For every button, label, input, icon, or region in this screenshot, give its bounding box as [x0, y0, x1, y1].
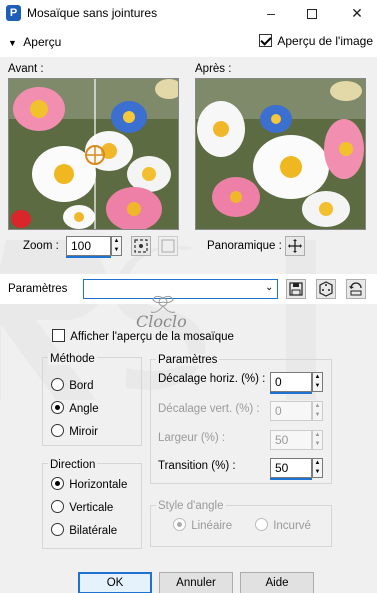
corner-option-lineaire: Linéaire — [173, 518, 232, 532]
fit-view-icon — [134, 239, 148, 253]
zoom-fit-button[interactable] — [131, 236, 151, 256]
before-label: Avant : — [8, 63, 44, 75]
parameters-title: Paramètres — [156, 354, 220, 366]
zoom-underline — [66, 256, 111, 258]
radio-circle — [51, 477, 64, 490]
zoom-input[interactable]: 100 — [66, 236, 111, 256]
show-mosaic-checkbox[interactable]: Afficher l'aperçu de la mosaïque — [52, 329, 234, 343]
pan-label: Panoramique : — [207, 240, 282, 252]
zoom-actual-size-button — [158, 236, 178, 256]
preview-collapse-toggle[interactable]: ▼ Aperçu — [8, 35, 61, 49]
chevron-down-icon: ⌄ — [265, 282, 274, 293]
maximize-icon — [307, 9, 317, 19]
corner-option-incurve: Incurvé — [255, 518, 311, 532]
h-offset-spinner[interactable]: ▲ ▼ — [312, 372, 323, 392]
radio-circle — [255, 518, 268, 531]
params-label: Paramètres — [8, 283, 68, 295]
method-option-angle[interactable]: Angle — [51, 401, 99, 415]
preview-toggle-label: Aperçu — [23, 35, 62, 49]
app-icon: P — [6, 5, 21, 21]
h-offset-input[interactable]: 0 — [270, 372, 312, 392]
method-option-miroir[interactable]: Miroir — [51, 424, 98, 438]
transition-underline — [270, 478, 312, 480]
after-preview-image — [195, 78, 366, 230]
radio-circle — [51, 424, 64, 437]
direction-option-verticale[interactable]: Verticale — [51, 500, 113, 514]
method-option-label: Miroir — [69, 426, 98, 438]
reset-button[interactable] — [346, 279, 366, 299]
before-preview-image[interactable] — [8, 78, 179, 230]
radio-circle — [173, 518, 186, 531]
pan-button[interactable] — [285, 236, 305, 256]
checkbox-box — [259, 34, 272, 47]
width-input: 50 — [270, 430, 312, 450]
width-label: Largeur (%) : — [158, 432, 226, 444]
direction-option-label: Bilatérale — [69, 525, 118, 537]
v-offset-input: 0 — [270, 401, 312, 421]
radio-circle — [51, 401, 64, 414]
direction-option-bilaterale[interactable]: Bilatérale — [51, 523, 117, 537]
radio-circle — [51, 378, 64, 391]
transition-spinner[interactable]: ▲ ▼ — [312, 458, 323, 478]
radio-circle — [51, 523, 64, 536]
corner-style-title: Style d'angle — [156, 500, 226, 512]
method-option-label: Angle — [69, 403, 99, 415]
corner-option-label: Linéaire — [191, 520, 233, 532]
transition-label: Transition (%) : — [158, 460, 236, 472]
cancel-button[interactable]: Annuler — [159, 572, 233, 593]
zoom-label: Zoom : — [23, 240, 59, 252]
direction-title: Direction — [48, 459, 98, 471]
show-image-checkbox[interactable]: Aperçu de l'image — [259, 34, 373, 48]
show-mosaic-label: Afficher l'aperçu de la mosaïque — [70, 331, 234, 343]
randomize-button[interactable] — [316, 279, 336, 299]
ok-button[interactable]: OK — [78, 572, 152, 593]
actual-size-icon — [161, 239, 175, 253]
h-offset-underline — [270, 392, 312, 394]
v-offset-label: Décalage vert. (%) : — [158, 403, 260, 415]
minimize-button[interactable]: – — [251, 0, 291, 27]
triangle-down-icon: ▼ — [8, 38, 17, 48]
method-option-label: Bord — [69, 380, 94, 392]
after-label: Après : — [195, 63, 232, 75]
method-option-bord[interactable]: Bord — [51, 378, 94, 392]
radio-circle — [51, 500, 64, 513]
window-title: Mosaïque sans jointures — [27, 6, 158, 20]
floppy-disk-icon — [289, 282, 303, 296]
direction-option-horizontale[interactable]: Horizontale — [51, 477, 127, 491]
transition-input[interactable]: 50 — [270, 458, 312, 478]
v-offset-spinner: ▲ ▼ — [312, 401, 323, 421]
reset-arrow-icon — [349, 282, 362, 296]
h-offset-label: Décalage horiz. (%) : — [158, 373, 266, 385]
move-arrows-icon — [288, 239, 302, 253]
show-image-label: Aperçu de l'image — [277, 34, 374, 48]
maximize-button[interactable] — [292, 0, 332, 27]
close-button[interactable]: ✕ — [337, 0, 377, 27]
save-preset-button[interactable] — [286, 279, 306, 299]
zoom-spinner[interactable]: ▲ ▼ — [111, 236, 122, 256]
direction-option-label: Verticale — [69, 502, 114, 514]
dice-icon — [319, 281, 333, 297]
checkbox-box — [52, 329, 65, 342]
method-title: Méthode — [48, 353, 97, 365]
corner-option-label: Incurvé — [273, 520, 311, 532]
direction-option-label: Horizontale — [69, 479, 128, 491]
help-button[interactable]: Aide — [240, 572, 314, 593]
width-spinner: ▲ ▼ — [312, 430, 323, 450]
